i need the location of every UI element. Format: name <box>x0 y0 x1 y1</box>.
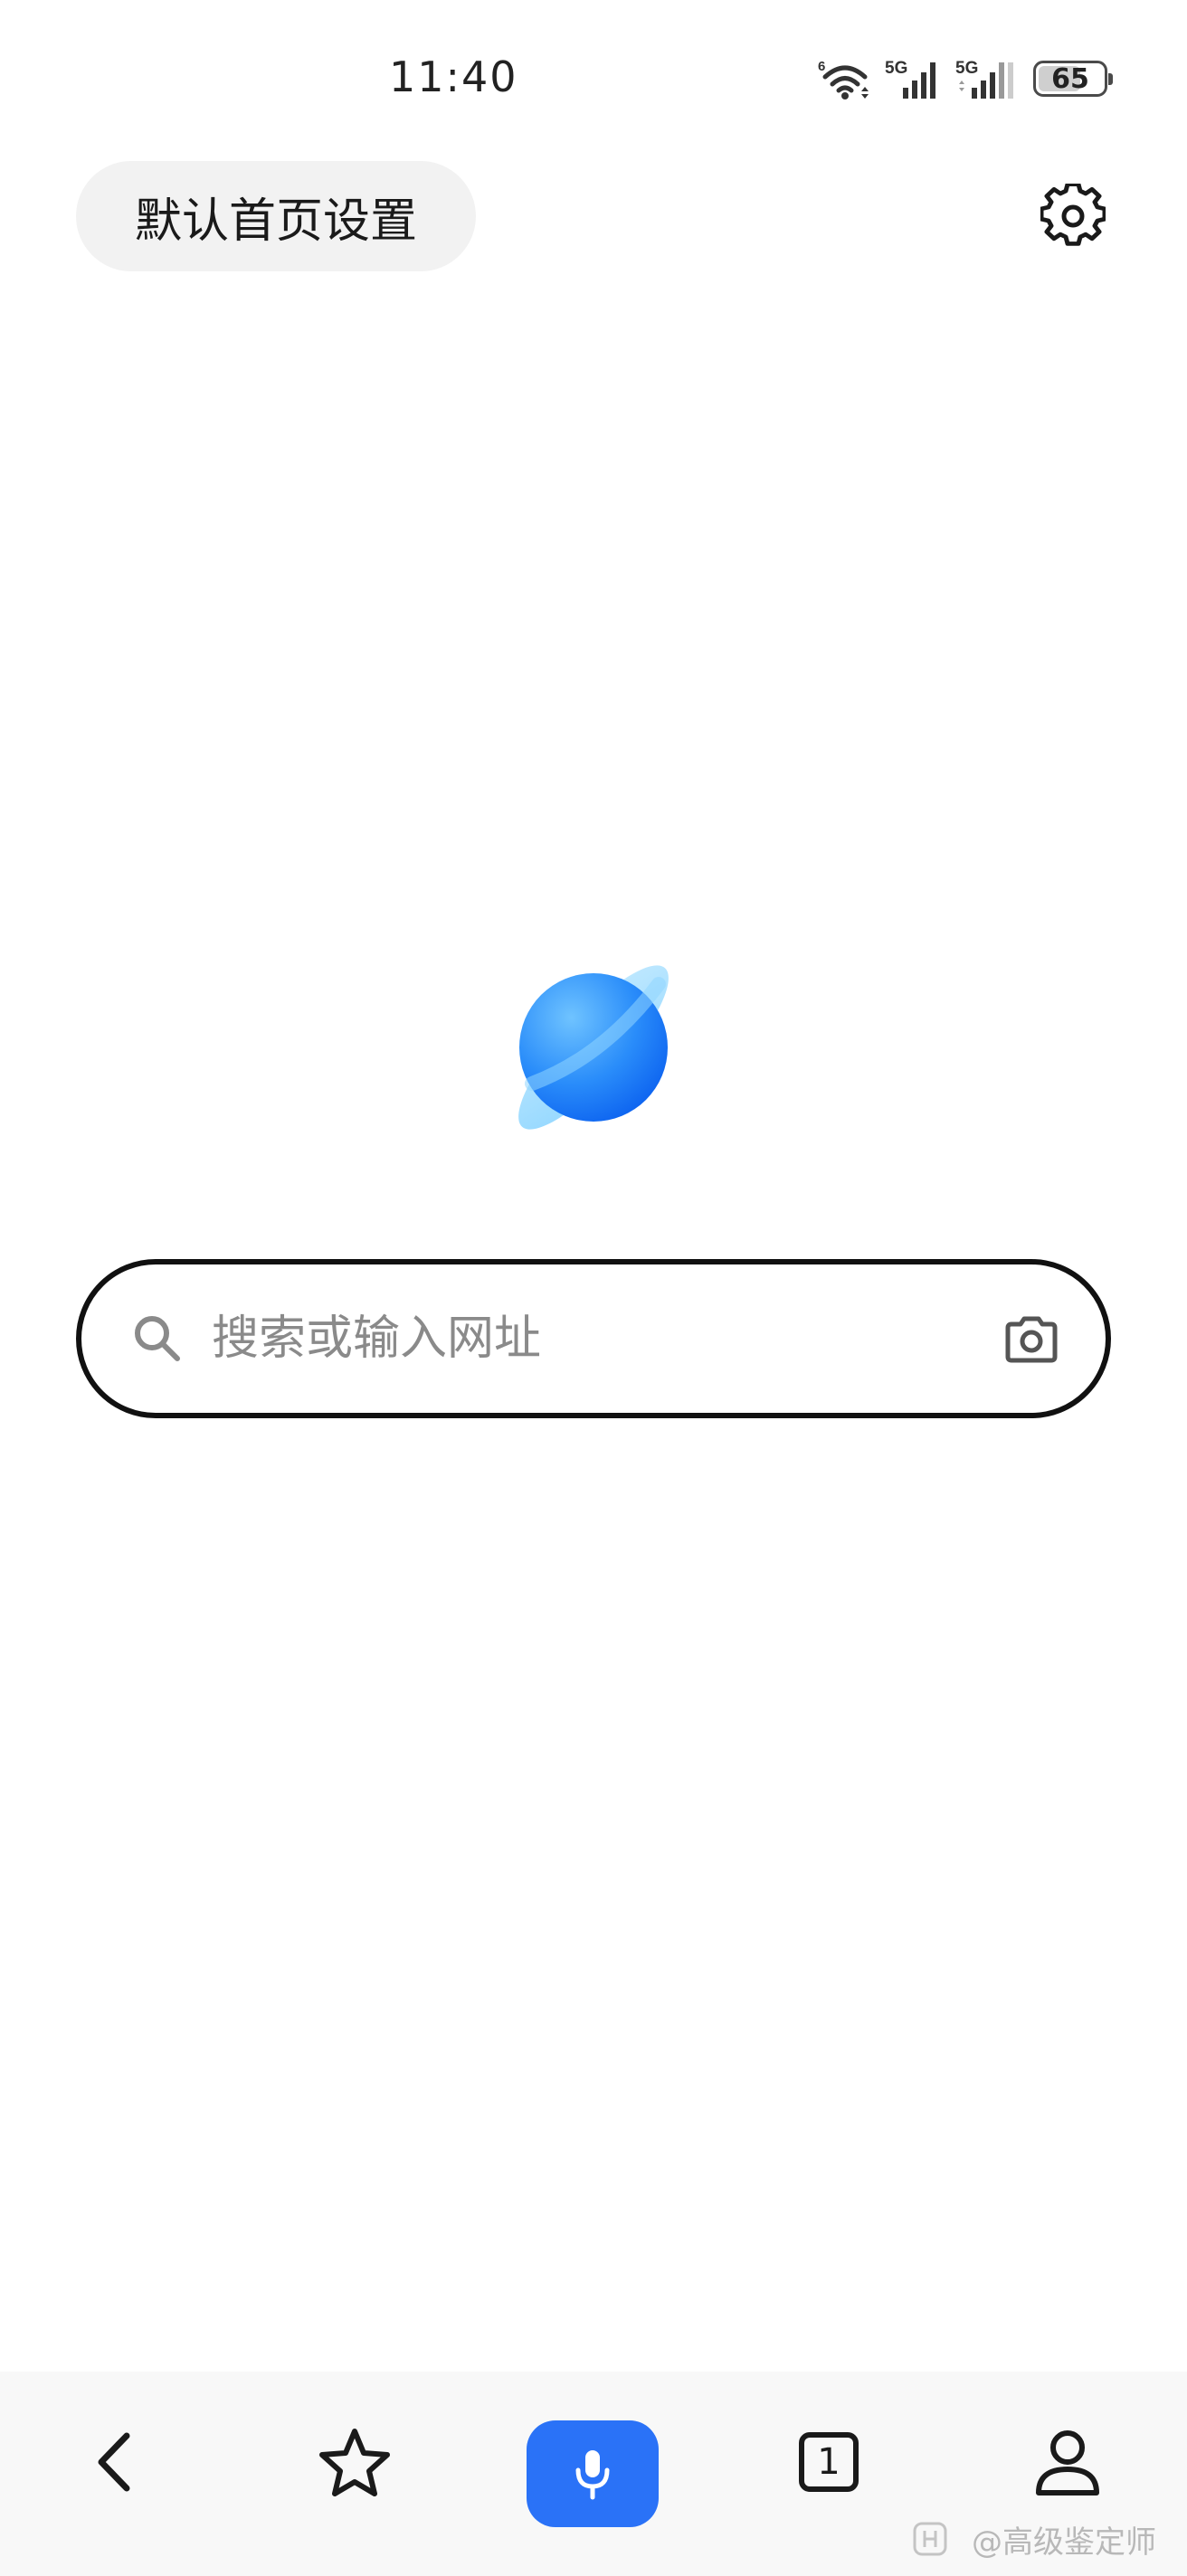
star-icon <box>319 2429 390 2496</box>
chevron-left-icon <box>98 2432 130 2492</box>
microphone-icon <box>575 2450 610 2500</box>
bookmarks-button[interactable] <box>300 2408 409 2516</box>
watermark-text: @高级鉴定师 <box>972 2524 1156 2561</box>
tabs-count: 1 <box>817 2441 840 2483</box>
status-icons: 6 5G 5G 65 <box>805 56 1113 101</box>
sim2-label: 5G <box>955 59 978 78</box>
search-bar[interactable] <box>76 1259 1111 1418</box>
watermark-logo-icon <box>913 2522 947 2556</box>
status-bar: 11:40 6 5G 5G 65 <box>0 0 1187 154</box>
status-time: 11:40 <box>389 52 518 101</box>
wifi-badge: 6 <box>818 59 825 74</box>
voice-search-button[interactable] <box>527 2420 659 2527</box>
back-button[interactable] <box>62 2408 170 2516</box>
user-icon <box>1036 2430 1099 2496</box>
search-icon <box>135 1316 180 1361</box>
camera-icon[interactable] <box>1002 1312 1060 1366</box>
battery-level: 65 <box>1051 62 1089 95</box>
default-homepage-settings-button[interactable]: 默认首页设置 <box>76 161 476 271</box>
search-input[interactable] <box>212 1292 935 1386</box>
wifi-icon: 6 <box>818 59 869 99</box>
cellular-signal-2-icon: 5G <box>955 59 1013 99</box>
browser-home-screen: 11:40 6 5G 5G 65 默认首页设置 搜索或输入网址 1 @高级鉴定师 <box>0 0 1187 2576</box>
tabs-count-icon: 1 <box>799 2432 859 2492</box>
planet-logo-icon <box>518 965 669 1130</box>
battery-icon: 65 <box>1033 61 1113 97</box>
tabs-button[interactable]: 1 <box>774 2408 883 2516</box>
cellular-signal-1-icon: 5G <box>885 59 935 99</box>
watermark: @高级鉴定师 <box>912 2516 1156 2562</box>
profile-button[interactable] <box>1013 2408 1122 2516</box>
gear-icon[interactable] <box>1040 184 1106 249</box>
sim1-label: 5G <box>885 59 907 78</box>
